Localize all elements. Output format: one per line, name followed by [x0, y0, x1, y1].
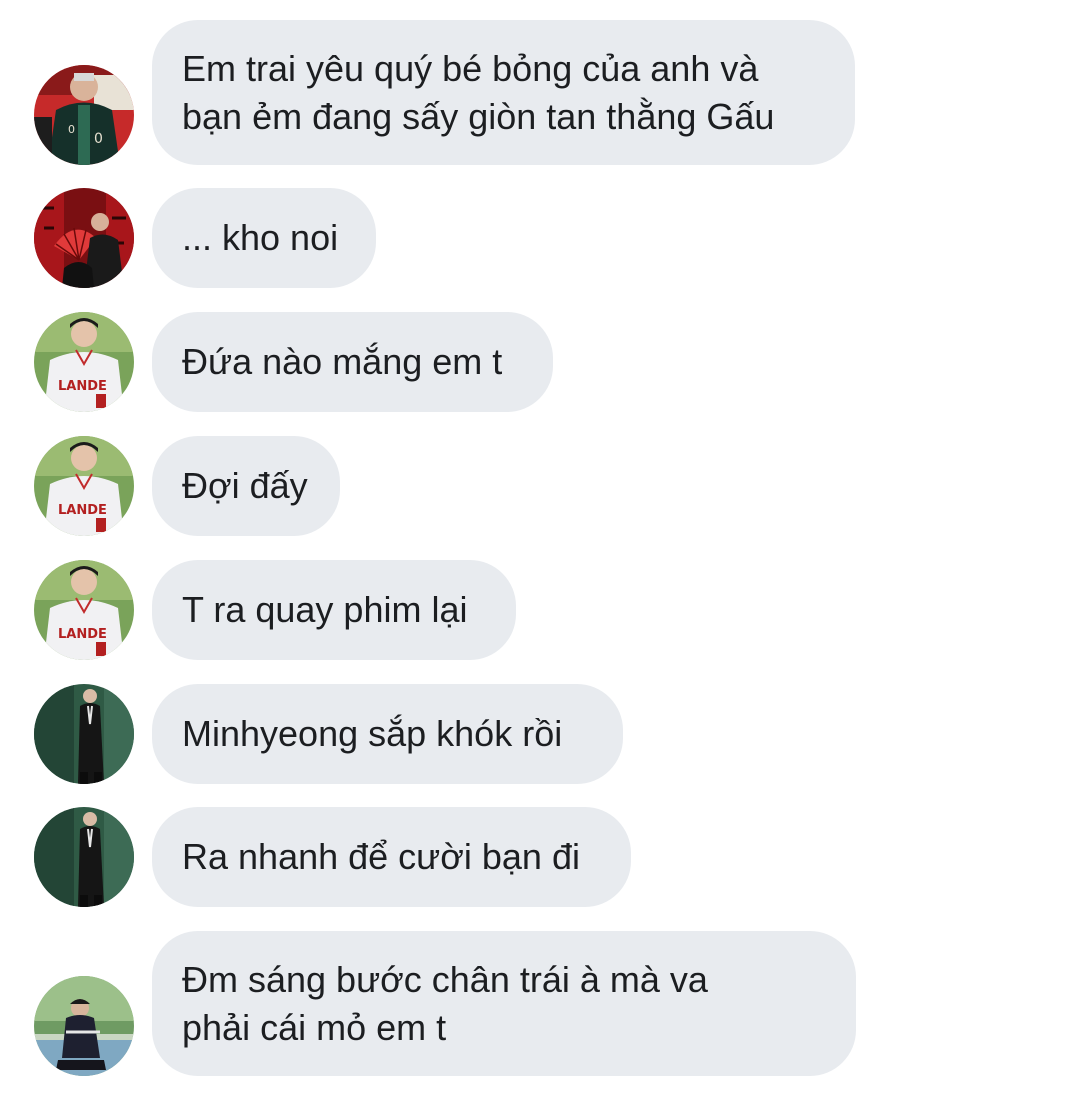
- avatar-baseball-jersey-icon[interactable]: LANDE: [34, 436, 134, 536]
- message-bubble[interactable]: Đm sáng bước chân trái à mà va phải cái …: [152, 931, 856, 1076]
- svg-text:LANDE: LANDE: [58, 627, 107, 642]
- message-bubble[interactable]: Đợi đấy: [152, 436, 340, 536]
- avatar-baseball-jersey-icon[interactable]: LANDE: [34, 312, 134, 412]
- message-text: ... kho noi: [182, 217, 339, 258]
- message-bubble[interactable]: T ra quay phim lại: [152, 560, 516, 660]
- svg-text:LANDE: LANDE: [58, 503, 107, 518]
- svg-text:LANDE: LANDE: [58, 379, 107, 394]
- message-bubble[interactable]: Em trai yêu quý bé bỏng của anh và bạn ẻ…: [152, 20, 855, 165]
- svg-text:0: 0: [94, 131, 103, 147]
- svg-text:0: 0: [68, 123, 75, 136]
- message-text: Ra nhanh để cười bạn đi: [182, 836, 580, 877]
- avatar-red-fan-icon[interactable]: [34, 188, 134, 288]
- message-bubble[interactable]: Minhyeong sắp khók rồi: [152, 684, 623, 784]
- message-text: Đm sáng bước chân trái à mà va phải cái …: [182, 958, 708, 1048]
- message-bubble[interactable]: ... kho noi: [152, 188, 376, 288]
- avatar-black-suit-icon[interactable]: [34, 684, 134, 784]
- message-text: Đứa nào mắng em t: [182, 341, 503, 382]
- message-bubble[interactable]: Ra nhanh để cười bạn đi: [152, 807, 631, 907]
- avatar-jacket-icon[interactable]: 0 0: [34, 65, 134, 165]
- message-text: Em trai yêu quý bé bỏng của anh và bạn ẻ…: [182, 47, 775, 137]
- message-text: Đợi đấy: [182, 465, 308, 506]
- avatar-baseball-jersey-icon[interactable]: LANDE: [34, 560, 134, 660]
- avatar-outdoor-crouch-icon[interactable]: [34, 976, 134, 1076]
- message-bubble[interactable]: Đứa nào mắng em t: [152, 312, 553, 412]
- message-text: T ra quay phim lại: [182, 589, 468, 630]
- avatar-black-suit-icon[interactable]: [34, 807, 134, 907]
- message-text: Minhyeong sắp khók rồi: [182, 713, 563, 754]
